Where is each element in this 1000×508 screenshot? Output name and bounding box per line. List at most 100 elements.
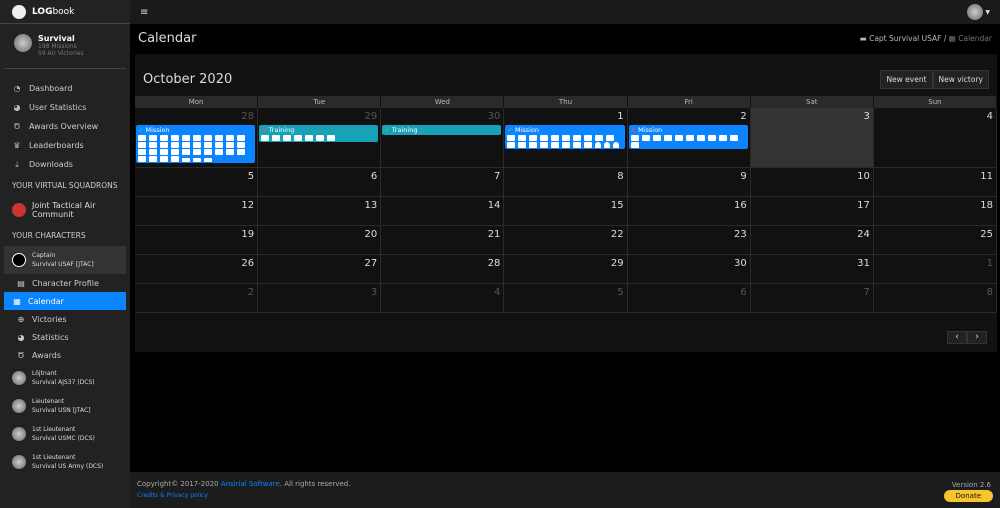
calendar-day[interactable]: 21	[381, 226, 505, 254]
calendar-day[interactable]: 5	[135, 168, 259, 196]
user-menu[interactable]: ▼	[967, 4, 990, 20]
nav-item-awards-overview[interactable]: Ծ Awards Overview	[0, 117, 130, 136]
calendar-day[interactable]: 26	[135, 255, 259, 283]
ground-unit-icon	[226, 149, 234, 155]
ground-unit-icon	[540, 142, 549, 148]
calendar-day[interactable]: 5	[504, 284, 628, 312]
menu-toggle-icon[interactable]: ≡	[140, 7, 148, 18]
character-rank: 1st Lieutenant	[32, 454, 76, 461]
calendar-day[interactable]: 30	[628, 255, 751, 283]
copyright: Copyright© 2017-2020	[137, 480, 221, 488]
day-number: 19	[241, 229, 255, 240]
calendar-day[interactable]: 4	[874, 108, 997, 167]
calendar-day[interactable]: 24	[751, 226, 874, 254]
char-menu-label: Statistics	[32, 332, 69, 342]
calendar-day[interactable]: 8	[504, 168, 628, 196]
calendar-month: October 2020	[143, 71, 233, 87]
calendar-day[interactable]: 11	[874, 168, 997, 196]
calendar-day[interactable]: 4	[381, 284, 505, 312]
calendar-day[interactable]: 25	[874, 226, 997, 254]
day-number: 14	[487, 200, 501, 211]
calendar-day[interactable]: 10	[751, 168, 874, 196]
calendar-day[interactable]: 7	[751, 284, 874, 312]
calendar-day[interactable]: 29 ✕ Training	[258, 108, 382, 167]
calendar-day[interactable]: 19	[135, 226, 259, 254]
calendar-day[interactable]: 2 ✕ Mission	[628, 108, 751, 167]
logo[interactable]: LOG book	[0, 0, 130, 24]
calendar-day[interactable]: 7	[381, 168, 505, 196]
calendar-day[interactable]: 31	[751, 255, 874, 283]
ground-unit-icon	[595, 135, 604, 141]
ground-unit-icon	[171, 156, 179, 162]
calendar-day[interactable]: 15	[504, 197, 628, 225]
char-menu-calendar[interactable]: ▦ Calendar	[4, 292, 126, 310]
mission-event[interactable]: ✕ Mission	[628, 125, 748, 149]
day-number: 10	[857, 171, 870, 182]
new-victory-button[interactable]: New victory	[932, 69, 989, 89]
mission-event[interactable]: ✓ Mission	[136, 125, 256, 163]
company-link[interactable]: Ansirial Software	[221, 480, 280, 488]
training-event[interactable]: ✕ Training	[259, 125, 379, 142]
calendar-day[interactable]: 30 ✓ Training	[381, 108, 505, 167]
char-menu-victories[interactable]: ⊕ Victories	[4, 310, 126, 328]
statistics-icon: ◕	[17, 332, 25, 342]
calendar-day[interactable]: 1 ✓ Mission	[504, 108, 628, 167]
calendar-day[interactable]: 27	[258, 255, 382, 283]
nav-item-user-statistics[interactable]: ◕ User Statistics	[0, 98, 130, 117]
character-item[interactable]: Lieutenant Survival USN [JTAC]	[0, 392, 130, 420]
calendar-day[interactable]: 12	[135, 197, 259, 225]
calendar-day[interactable]: 20	[258, 226, 382, 254]
infantry-icon	[613, 142, 620, 148]
calendar-day[interactable]: 6	[258, 168, 382, 196]
character-item[interactable]: 1st Lieutenant Survival USMC (DCS)	[0, 420, 130, 448]
squadron-item[interactable]: Joint Tactical Air Communit	[0, 196, 130, 224]
breadcrumb-parent[interactable]: Capt Survival USAF	[869, 34, 941, 43]
calendar-day[interactable]: 2	[135, 284, 259, 312]
mission-event[interactable]: ✓ Mission	[505, 125, 625, 149]
calendar-day[interactable]: 16	[628, 197, 751, 225]
new-event-button[interactable]: New event	[880, 69, 933, 89]
event-label: Mission	[638, 126, 663, 134]
calendar-day[interactable]: 14	[381, 197, 505, 225]
day-number: 18	[980, 200, 993, 211]
cross-icon: ✕	[630, 126, 639, 134]
active-character[interactable]: Captain Survival USAF [JTAC]	[4, 246, 126, 274]
prev-month-button[interactable]: ‹	[947, 331, 967, 344]
character-rank: Lieutenant	[32, 398, 65, 405]
training-event[interactable]: ✓ Training	[382, 125, 502, 135]
user-panel[interactable]: Survival 198 Missions 59 Air Victories	[4, 24, 126, 69]
calendar-day[interactable]: 3	[258, 284, 382, 312]
calendar-day[interactable]: 28 ✓ Mission	[135, 108, 259, 167]
trophy-icon: ♛	[13, 141, 21, 150]
ground-unit-icon	[226, 135, 234, 141]
calendar-day[interactable]: 23	[628, 226, 751, 254]
topbar: ≡ ▼	[130, 0, 1000, 24]
donate-button[interactable]: Donate	[943, 490, 993, 502]
char-menu-awards[interactable]: Ծ Awards	[4, 346, 126, 364]
nav-item-dashboard[interactable]: ◔ Dashboard	[0, 79, 130, 98]
day-number: 7	[494, 171, 501, 182]
calendar-day[interactable]: 1	[874, 255, 997, 283]
calendar-day[interactable]: 9	[628, 168, 751, 196]
next-month-button[interactable]: ›	[967, 331, 987, 344]
calendar-day[interactable]: 29	[504, 255, 628, 283]
calendar-day[interactable]: 22	[504, 226, 628, 254]
char-menu-character-profile[interactable]: ▤ Character Profile	[4, 274, 126, 292]
char-menu-statistics[interactable]: ◕ Statistics	[4, 328, 126, 346]
day-number: 24	[857, 229, 870, 240]
character-item[interactable]: 1st Lieutenant Survival US Army (DCS)	[0, 448, 130, 476]
calendar-day[interactable]: 18	[874, 197, 997, 225]
calendar-day[interactable]: 13	[258, 197, 382, 225]
calendar-day[interactable]: 3	[750, 108, 874, 167]
nav-item-leaderboards[interactable]: ♛ Leaderboards	[0, 136, 130, 155]
calendar-day[interactable]: 28	[381, 255, 505, 283]
calendar-day[interactable]: 17	[751, 197, 874, 225]
characters-heading: YOUR CHARACTERS	[12, 230, 86, 240]
calendar-day[interactable]: 8	[874, 284, 997, 312]
credits-link[interactable]: Credits & Privacy policy	[137, 492, 208, 499]
calendar-day[interactable]: 6	[628, 284, 751, 312]
character-item[interactable]: Löjtnant Survival AJS37 (DCS)	[0, 364, 130, 392]
breadcrumb: ▬ Capt Survival USAF / ▦ Calendar	[860, 34, 992, 43]
nav-item-downloads[interactable]: ⤓ Downloads	[0, 155, 130, 174]
ground-unit-icon	[507, 135, 516, 141]
